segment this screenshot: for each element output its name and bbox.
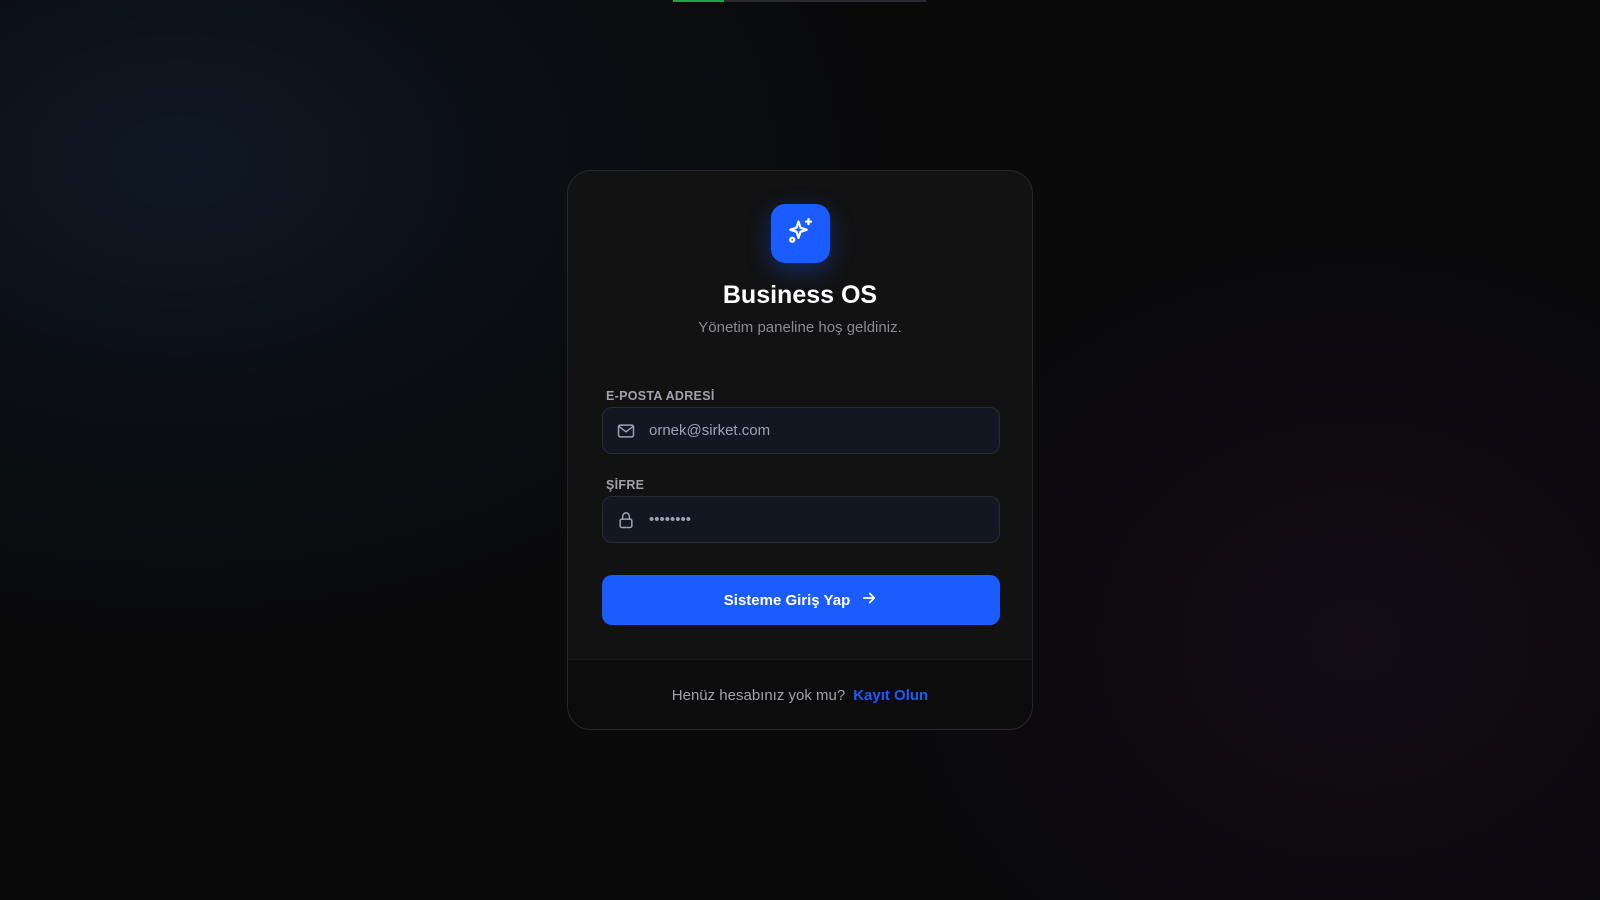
email-label: E-POSTA ADRESİ [606,389,715,403]
lock-icon [603,510,649,530]
card-footer: Henüz hesabınız yok mu? Kayıt Olun [568,659,1032,729]
app-logo [771,204,830,263]
password-label: ŞİFRE [606,478,645,492]
login-button-label: Sisteme Giriş Yap [723,591,851,609]
top-progress-bar [673,0,926,2]
signup-link[interactable]: Kayıt Olun [853,687,928,704]
page-subtitle: Yönetim paneline hoş geldiniz. [698,319,902,336]
password-field-wrapper [602,496,1000,543]
mail-icon [603,421,649,441]
arrow-right-icon [860,589,878,611]
sparkles-icon [786,216,816,251]
email-field-wrapper [602,407,1000,454]
login-card: Business OS Yönetim paneline hoş geldini… [567,170,1033,730]
email-field[interactable] [649,408,999,453]
password-field[interactable] [649,497,999,542]
page-title: Business OS [722,281,878,309]
top-progress-fill [673,0,724,2]
signup-prompt: Henüz hesabınız yok mu? [671,687,846,704]
login-button[interactable]: Sisteme Giriş Yap [602,575,1000,625]
